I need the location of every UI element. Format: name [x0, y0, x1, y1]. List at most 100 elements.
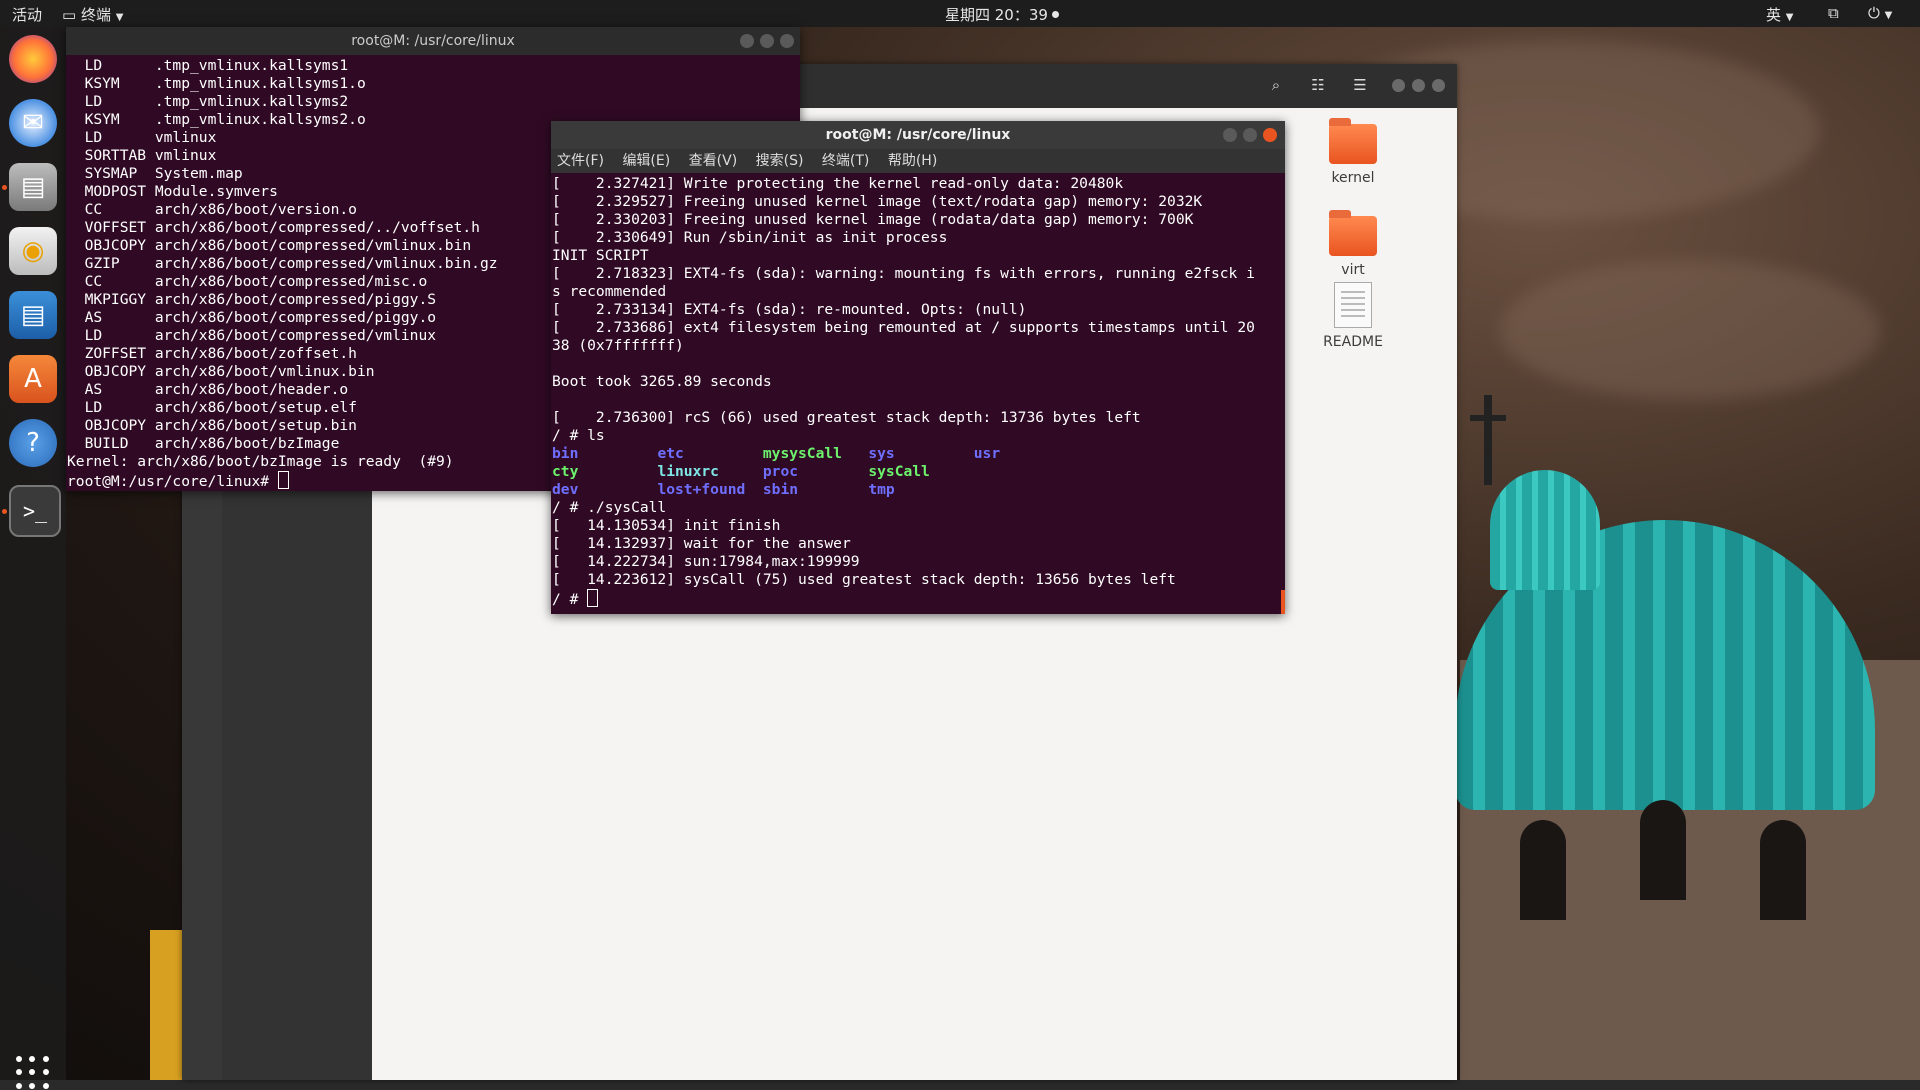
app-menu-label: 终端 [80, 6, 111, 24]
terminal-line: / # ./sysCall [552, 499, 667, 516]
rhythmbox-icon[interactable]: ◉ [9, 227, 57, 275]
terminal-line: [ 2.733686] ext4 filesystem being remoun… [552, 319, 1255, 336]
search-icon[interactable]: ⌕ [1266, 76, 1286, 96]
terminal-line: [ 14.222734] sun:17984,max:199999 [552, 553, 860, 570]
menu-file[interactable]: 文件(F) [557, 153, 604, 169]
dock: ✉ ▤ ◉ ▤ A ? >_ [0, 27, 66, 1089]
clock[interactable]: 星期四 20：39 [945, 4, 1059, 25]
terminal-window-qemu[interactable]: root@M: /usr/core/linux 文件(F) 编辑(E) 查看(V… [551, 121, 1285, 614]
ls-entry: etc [657, 445, 684, 462]
writer-icon[interactable]: ▤ [9, 291, 57, 339]
ls-output-row: dev lost+found sbin tmp [552, 481, 1285, 499]
folder-icon [1329, 118, 1377, 164]
input-method-menu[interactable]: 英 ▼ [1766, 4, 1794, 25]
close-button[interactable] [1263, 128, 1277, 142]
window-title: root@M: /usr/core/linux [351, 33, 515, 49]
minimize-button[interactable] [1223, 128, 1237, 142]
ls-entry: mysysCall [762, 445, 842, 462]
window-title: root@M: /usr/core/linux [825, 127, 1011, 143]
terminal-icon[interactable]: >_ [9, 485, 61, 537]
view-toggle-icon[interactable]: ☷ [1308, 76, 1328, 96]
chevron-down-icon: ▼ [115, 12, 124, 23]
terminal-line: 38 (0x7fffffff) [552, 337, 684, 354]
terminal-line: [ 2.330649] Run /sbin/init as init proce… [552, 229, 948, 246]
menu-icon[interactable]: ☰ [1350, 76, 1370, 96]
terminal-line: [ 2.736300] rcS (66) used greatest stack… [552, 409, 1141, 426]
file-readme[interactable]: README [1303, 282, 1403, 350]
terminal-line: [ 2.330203] Freeing unused kernel image … [552, 211, 1194, 228]
ls-entry: cty [552, 463, 579, 480]
minimize-button[interactable] [740, 34, 754, 48]
ls-entry: bin [552, 445, 579, 462]
firefox-icon[interactable] [9, 35, 57, 83]
notification-dot-icon [1051, 11, 1059, 18]
top-bar: 活动 ▭ 终端 ▼ 星期四 20：39 英 ▼ ⧉ ⏻ ▼ [0, 0, 1920, 27]
menu-search[interactable]: 搜索(S) [756, 153, 804, 169]
maximize-button[interactable] [1243, 128, 1257, 142]
terminal-line: s recommended [552, 283, 667, 300]
ls-entry: sbin [762, 481, 799, 498]
text-cursor [587, 589, 599, 607]
maximize-button[interactable] [1412, 79, 1425, 92]
ls-entry: tmp [868, 481, 895, 498]
terminal-line: INIT SCRIPT [552, 247, 649, 264]
ls-output-row: bin etc mysysCall sys usr [552, 445, 1285, 463]
menu-help[interactable]: 帮助(H) [888, 153, 937, 169]
folder-kernel[interactable]: kernel [1303, 118, 1403, 186]
minimize-button[interactable] [1392, 79, 1405, 92]
ls-entry: lost+found [657, 481, 746, 498]
ls-output-row: cty linuxrc proc sysCall [552, 463, 1285, 481]
close-button[interactable] [780, 34, 794, 48]
power-menu-icon[interactable]: ⏻ ▼ [1868, 4, 1892, 22]
software-icon[interactable]: A [9, 355, 57, 403]
app-menu[interactable]: ▭ 终端 ▼ [62, 4, 123, 25]
ls-entry: dev [552, 481, 579, 498]
ime-label: 英 [1766, 6, 1782, 24]
terminal-line: [ 2.327421] Write protecting the kernel … [552, 175, 1124, 192]
terminal-line: Boot took 3265.89 seconds [552, 373, 772, 390]
prompt: / # [552, 591, 588, 608]
terminal-output[interactable]: [ 2.327421] Write protecting the kernel … [551, 173, 1285, 609]
prompt: root@M:/usr/core/linux# [67, 473, 278, 490]
ls-entry: usr [973, 445, 1001, 462]
scrollbar[interactable] [1281, 590, 1285, 614]
terminal-line: [ 2.329527] Freeing unused kernel image … [552, 193, 1203, 210]
thunderbird-icon[interactable]: ✉ [9, 99, 57, 147]
network-icon[interactable]: ⧉ [1828, 4, 1839, 22]
menu-edit[interactable]: 编辑(E) [622, 153, 670, 169]
close-button[interactable] [1432, 79, 1445, 92]
ls-entry: sysCall [868, 463, 930, 480]
terminal-line: / # ls [552, 427, 605, 444]
terminal-line: LD .tmp_vmlinux.kallsyms1 [67, 57, 349, 74]
terminal-line: [ 14.223612] sysCall (75) used greatest … [552, 571, 1176, 588]
terminal-prompt-line: / # [552, 589, 1285, 609]
terminal-title-bar[interactable]: root@M: /usr/core/linux [551, 121, 1285, 149]
ls-entry: linuxrc [657, 463, 719, 480]
help-icon[interactable]: ? [9, 419, 57, 467]
folder-virt[interactable]: virt [1303, 210, 1403, 278]
text-cursor [277, 471, 289, 489]
ls-entry: proc [762, 463, 799, 480]
terminal-line: [ 14.130534] init finish [552, 517, 781, 534]
show-applications-icon[interactable] [16, 1056, 50, 1090]
file-label: kernel [1331, 170, 1375, 186]
terminal-line: [ 2.718323] EXT4-fs (sda): warning: moun… [552, 265, 1255, 282]
menu-terminal[interactable]: 终端(T) [822, 153, 869, 169]
ls-entry: sys [868, 445, 895, 462]
file-label: README [1323, 334, 1383, 350]
terminal-menubar: 文件(F) 编辑(E) 查看(V) 搜索(S) 终端(T) 帮助(H) [551, 149, 1285, 173]
file-label: virt [1341, 262, 1365, 278]
clock-label: 星期四 20：39 [945, 6, 1048, 24]
terminal-small-icon: ▭ [62, 6, 77, 24]
activities-button[interactable]: 活动 [12, 4, 42, 25]
maximize-button[interactable] [760, 34, 774, 48]
document-icon [1334, 282, 1372, 328]
files-icon[interactable]: ▤ [9, 163, 57, 211]
terminal-title-bar[interactable]: root@M: /usr/core/linux [66, 27, 800, 55]
menu-view[interactable]: 查看(V) [689, 153, 738, 169]
terminal-line: [ 2.733134] EXT4-fs (sda): re-mounted. O… [552, 301, 1027, 318]
terminal-line: [ 14.132937] wait for the answer [552, 535, 851, 552]
folder-icon [1329, 210, 1377, 256]
